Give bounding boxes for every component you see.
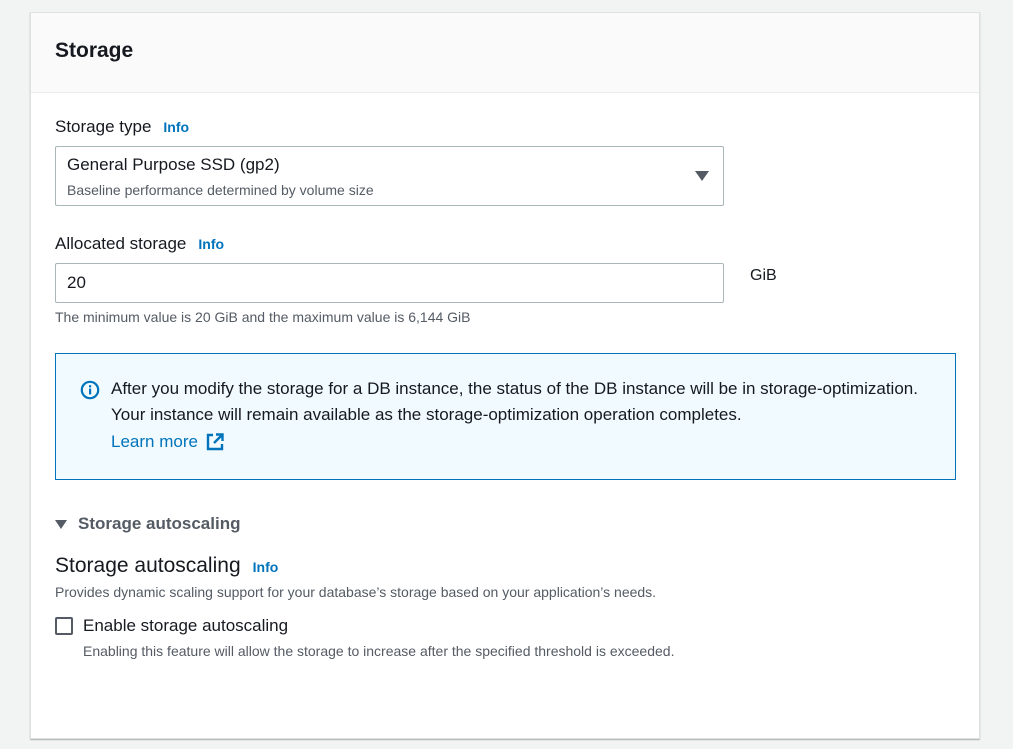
allocated-storage-unit: GiB: [750, 267, 777, 284]
learn-more-link[interactable]: Learn more: [111, 432, 224, 452]
panel-header: Storage: [31, 13, 979, 93]
allocated-storage-label: Allocated storage: [55, 234, 187, 253]
expander-label: Storage autoscaling: [78, 514, 241, 533]
allocated-storage-hint: The minimum value is 20 GiB and the maxi…: [55, 309, 471, 325]
caret-down-icon: [55, 519, 67, 529]
allocated-storage-info-link[interactable]: Info: [198, 236, 224, 252]
storage-panel: Storage Storage type Info General Purpose…: [30, 12, 980, 739]
caret-down-icon: [695, 171, 709, 181]
storage-type-label-row: Storage type Info: [55, 117, 189, 137]
allocated-storage-input[interactable]: [55, 263, 724, 303]
storage-type-info-link[interactable]: Info: [163, 119, 189, 135]
autoscaling-title: Storage autoscaling: [55, 554, 241, 577]
autoscaling-info-link[interactable]: Info: [253, 559, 279, 575]
alert-message: After you modify the storage for a DB in…: [111, 379, 918, 424]
storage-autoscaling-expander[interactable]: Storage autoscaling: [55, 514, 240, 534]
enable-autoscaling-label[interactable]: Enable storage autoscaling: [83, 616, 288, 636]
autoscaling-title-row: Storage autoscaling Info: [55, 554, 278, 578]
learn-more-label: Learn more: [111, 432, 198, 451]
allocated-storage-label-row: Allocated storage Info: [55, 234, 224, 254]
storage-type-selected-description: Baseline performance determined by volum…: [67, 182, 374, 198]
info-circle-icon: [80, 380, 100, 400]
enable-autoscaling-checkbox[interactable]: [55, 617, 73, 635]
panel-title: Storage: [55, 38, 134, 62]
enable-autoscaling-description: Enabling this feature will allow the sto…: [83, 643, 675, 659]
storage-optimization-alert: After you modify the storage for a DB in…: [55, 353, 956, 480]
storage-type-select[interactable]: General Purpose SSD (gp2) Baseline perfo…: [55, 146, 724, 206]
storage-type-label: Storage type: [55, 117, 152, 136]
external-link-icon: [206, 433, 224, 451]
storage-type-selected-value: General Purpose SSD (gp2): [67, 155, 280, 174]
autoscaling-description: Provides dynamic scaling support for you…: [55, 584, 657, 600]
